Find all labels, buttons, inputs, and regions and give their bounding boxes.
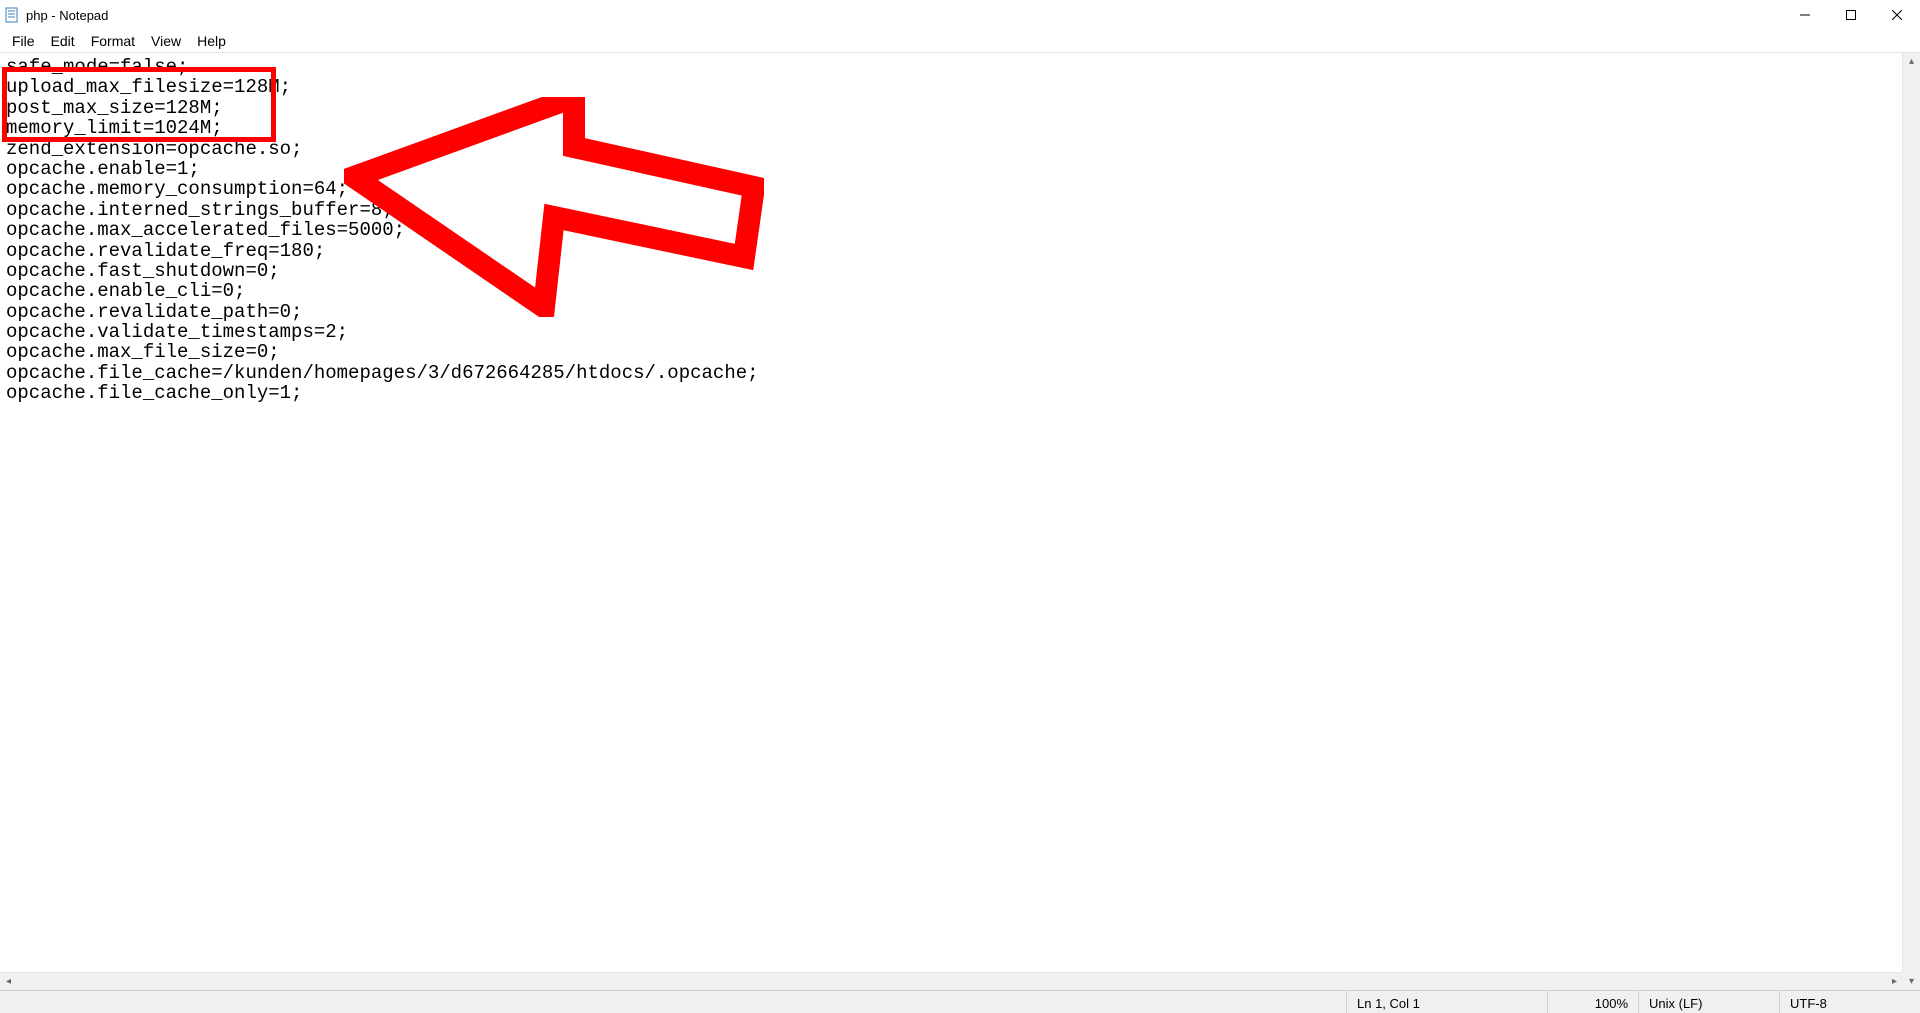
editor-line[interactable]: safe_mode=false; [6, 57, 1914, 77]
window-title: php - Notepad [26, 8, 108, 23]
scroll-right-icon[interactable]: ▸ [1886, 973, 1903, 990]
editor-line[interactable]: opcache.enable=1; [6, 159, 1914, 179]
editor-line[interactable]: zend_extension=opcache.so; [6, 139, 1914, 159]
editor-line[interactable]: opcache.file_cache_only=1; [6, 383, 1914, 403]
status-line-ending: Unix (LF) [1638, 991, 1779, 1013]
scroll-down-icon[interactable]: ▾ [1903, 973, 1920, 990]
menubar: File Edit Format View Help [0, 30, 1920, 53]
editor-line[interactable]: upload_max_filesize=128M; [6, 77, 1914, 97]
notepad-icon [4, 7, 20, 23]
editor-line[interactable]: opcache.max_file_size=0; [6, 342, 1914, 362]
scroll-left-icon[interactable]: ◂ [0, 973, 17, 990]
menu-file[interactable]: File [4, 31, 43, 51]
editor-line[interactable]: opcache.revalidate_freq=180; [6, 241, 1914, 261]
editor-line[interactable]: opcache.interned_strings_buffer=8; [6, 200, 1914, 220]
window-controls [1782, 0, 1920, 30]
menu-edit[interactable]: Edit [43, 31, 83, 51]
editor-line[interactable]: memory_limit=1024M; [6, 118, 1914, 138]
editor-line[interactable]: opcache.fast_shutdown=0; [6, 261, 1914, 281]
status-zoom: 100% [1547, 991, 1638, 1013]
titlebar: php - Notepad [0, 0, 1920, 30]
editor-line[interactable]: opcache.file_cache=/kunden/homepages/3/d… [6, 363, 1914, 383]
editor-line[interactable]: opcache.memory_consumption=64; [6, 179, 1914, 199]
text-editor[interactable]: safe_mode=false;upload_max_filesize=128M… [0, 53, 1920, 408]
editor-area[interactable]: safe_mode=false;upload_max_filesize=128M… [0, 53, 1920, 990]
editor-line[interactable]: post_max_size=128M; [6, 98, 1914, 118]
editor-line[interactable]: opcache.max_accelerated_files=5000; [6, 220, 1914, 240]
menu-view[interactable]: View [143, 31, 189, 51]
horizontal-scrollbar[interactable]: ◂ ▸ [0, 972, 1903, 990]
status-empty [0, 991, 1346, 1013]
editor-line[interactable]: opcache.enable_cli=0; [6, 281, 1914, 301]
status-encoding: UTF-8 [1779, 991, 1920, 1013]
status-position: Ln 1, Col 1 [1346, 991, 1547, 1013]
close-button[interactable] [1874, 0, 1920, 30]
menu-format[interactable]: Format [83, 31, 143, 51]
maximize-button[interactable] [1828, 0, 1874, 30]
statusbar: Ln 1, Col 1 100% Unix (LF) UTF-8 [0, 990, 1920, 1013]
editor-line[interactable]: opcache.validate_timestamps=2; [6, 322, 1914, 342]
minimize-button[interactable] [1782, 0, 1828, 30]
editor-line[interactable]: opcache.revalidate_path=0; [6, 302, 1914, 322]
menu-help[interactable]: Help [189, 31, 234, 51]
